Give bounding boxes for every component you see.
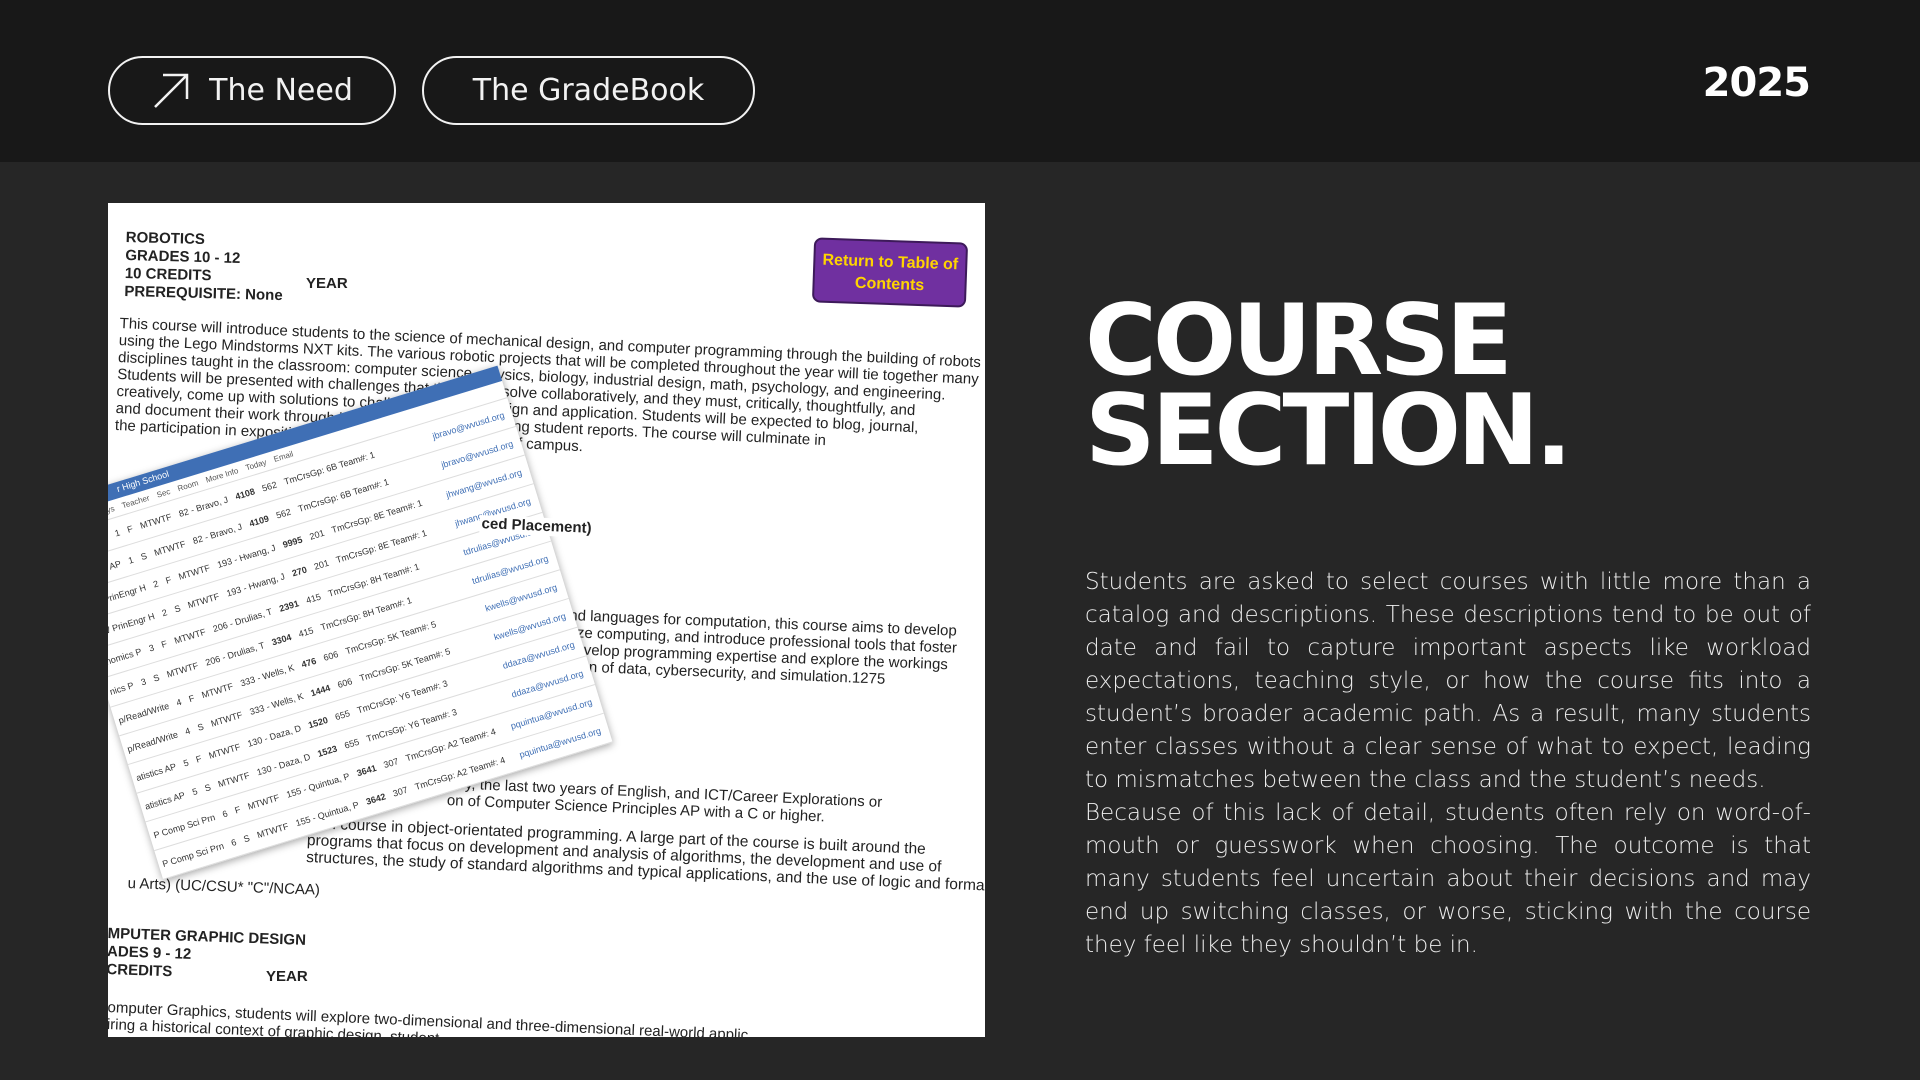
title-line: SECTION. [1085,374,1572,488]
table-cell: 4109 [247,512,270,529]
page-title: COURSE SECTION. [1085,284,1572,488]
column-header: Sec [155,486,172,500]
table-cell: 4108 [233,485,256,502]
table-cell: 606 [336,675,354,690]
table-cell: 562 [274,506,293,521]
table-cell: MTWTF [216,769,251,789]
table-cell: atistics AP [143,789,187,812]
year-label: 2025 [1702,60,1811,106]
table-cell: MTWTF [138,511,173,531]
table-cell: 1444 [309,682,332,698]
paragraph: Because of this lack of detail, students… [1085,800,1811,958]
table-cell: 3304 [270,631,293,647]
table-cell: 2391 [277,597,300,614]
table-cell: MTWTF [172,626,207,646]
apcs-description: evel course in object-orientated program… [306,815,985,897]
title-line: COURSE [1085,284,1513,398]
table-cell: 3642 [364,790,387,807]
table-cell: MTWTF [200,680,235,700]
table-cell: 606 [322,648,340,663]
course-catalog-image: ROBOTICS GRADES 10 - 12 10 CREDITS PRERE… [108,203,985,1037]
table-cell: 3641 [355,762,378,778]
table-cell: 1520 [306,714,329,730]
table-cell: 562 [260,479,278,494]
table-cell: nics P [108,679,135,697]
table-cell: MTWTF [209,709,244,729]
table-cell: atistics AP [134,760,178,783]
table-cell: MTWTF [246,792,281,812]
table-cell: 270 [290,564,308,578]
table-cell: 307 [391,784,409,799]
text-fragment: u Arts) (UC/CSU* "C"/NCAA) [127,875,321,899]
table-cell: 307 [382,755,400,770]
table-cell: 201 [308,527,326,542]
table-cell: 415 [304,591,322,606]
prereq-text: etry, the last two years of English, and… [447,775,883,828]
table-cell: 9995 [281,534,304,550]
nav-the-need-button[interactable]: The Need [108,56,396,125]
robotics-heading: ROBOTICS GRADES 10 - 12 10 CREDITS PRERE… [124,229,284,305]
table-cell: 415 [297,624,315,639]
table-cell: 201 [312,557,330,572]
nav-label: The Need [209,73,353,108]
return-to-toc-button[interactable]: Return to Table of Contents [811,237,969,308]
table-cell: 655 [333,707,351,722]
table-cell: onomics P [108,645,143,668]
table-cell: MTWTF [177,562,212,582]
table-cell: MTWTF [255,820,290,840]
table-cell: MTWTF [165,659,200,680]
graphic-design-description: omputer Graphics, students will explore … [108,999,749,1037]
table-cell: 1523 [316,742,339,759]
table-cell: MTWTF [152,538,187,558]
paragraph: Students are asked to select courses wit… [1085,569,1811,793]
table-cell: 655 [342,736,361,751]
nav-gradebook-button[interactable]: The GradeBook [422,56,755,125]
arrow-up-right-icon [154,73,189,108]
top-bar: The Need The GradeBook 2025 [0,0,1920,162]
heading-line: PREREQUISITE: None [124,282,283,305]
nav-label: The GradeBook [472,73,705,108]
year-text: YEAR [306,275,348,292]
year-text: YEAR [266,968,308,985]
table-cell: 476 [300,655,318,670]
table-cell: MTWTF [207,741,242,761]
table-cell: MTWTF [186,590,221,610]
description-text: Students are asked to select courses wit… [1085,566,1811,962]
